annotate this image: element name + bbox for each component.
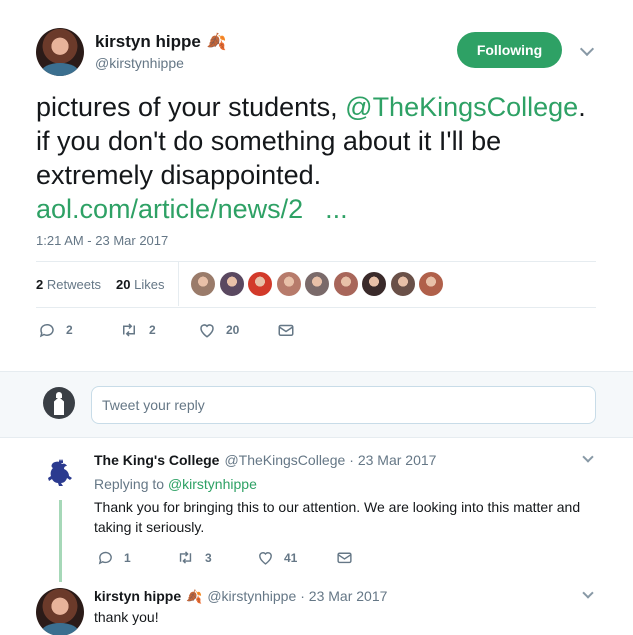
link-ellipsis[interactable]: ... [325,194,348,224]
message-action[interactable] [336,549,353,571]
retweet-icon [123,323,135,337]
liker-avatars [190,271,450,299]
reply-date[interactable]: · 23 Mar 2017 [300,588,387,604]
reply-count: 1 [124,550,131,565]
chevron-down-icon[interactable] [579,41,595,57]
like-action[interactable]: 20 [198,321,239,339]
retweet-action[interactable]: 2 [119,321,156,339]
tweet-text-part1: pictures of your students, [36,92,346,122]
reply-author-handle[interactable]: @TheKingsCollege [224,452,345,468]
likes-count: 20 [116,277,131,292]
reply-count: 2 [66,323,73,337]
liker-avatar[interactable] [275,271,302,297]
stats-divider [178,262,179,306]
tweet-text: pictures of your students, @TheKingsColl… [36,90,596,226]
retweet-count: 2 [149,323,156,337]
reply-author-name[interactable]: The King's College [94,452,219,468]
liker-avatar[interactable] [418,271,444,297]
likes-label: Likes [134,277,165,292]
chevron-down-icon[interactable] [582,451,594,463]
liker-avatar[interactable] [218,271,245,297]
reply-header: The King's College @TheKingsCollege · 23… [94,452,436,468]
liker-avatar[interactable] [190,271,216,297]
mention-link[interactable]: @TheKingsCollege [345,92,578,122]
reply-input[interactable]: Tweet your reply [91,386,596,424]
article-link[interactable]: aol.com/article/news/2 [36,194,303,224]
retweet-action[interactable]: 3 [176,549,212,566]
like-count: 20 [226,323,240,337]
reply-author-name[interactable]: kirstyn hippe [94,588,181,604]
envelope-icon [337,552,352,564]
retweet-icon [179,551,192,564]
reply-text: Thank you for bringing this to our atten… [94,499,581,535]
like-action[interactable]: 41 [257,549,297,566]
retweet-count: 3 [205,550,212,565]
chevron-down-icon[interactable] [582,587,594,599]
kings-college-logo[interactable] [45,457,77,489]
retweets-count: 2 [36,277,44,292]
leaf-emoji: 🍂 [186,589,203,604]
author-handle[interactable]: @kirstynhippe [95,55,184,71]
liker-avatar[interactable] [304,271,330,297]
own-avatar[interactable] [43,387,75,419]
reply-author-avatar[interactable] [36,588,84,635]
reply-text: thank you! [94,609,159,625]
like-count: 41 [284,550,298,565]
reply-author-handle[interactable]: @kirstynhippe [207,588,296,604]
thread-line [59,500,62,582]
reply-icon [39,323,54,338]
retweets-stat[interactable]: 2 Retweets [36,277,101,292]
reply-icon [98,551,112,565]
reply-header: kirstyn hippe 🍂 @kirstynhippe · 23 Mar 2… [94,588,387,605]
lion-crest-icon [48,459,72,486]
retweets-label: Retweets [46,277,102,292]
replying-to-prefix: Replying to [94,476,165,492]
reply-action[interactable]: 1 [97,549,131,566]
replying-to: Replying to @kirstynhippe [94,476,257,492]
liker-avatar[interactable] [389,271,416,297]
message-action[interactable] [277,321,295,344]
tweet-timestamp[interactable]: 1:21 AM - 23 Mar 2017 [36,233,168,248]
heart-icon [259,552,272,565]
likes-stat[interactable]: 20 Likes [116,277,164,292]
reply-date[interactable]: · 23 Mar 2017 [349,452,436,468]
liker-avatar[interactable] [332,271,359,297]
envelope-icon [278,324,294,336]
leaf-emoji: 🍂 [206,34,227,51]
replying-to-handle[interactable]: @kirstynhippe [168,476,257,492]
liker-avatar[interactable] [361,271,387,297]
following-button[interactable]: Following [457,32,562,68]
divider [36,307,596,308]
divider [36,261,596,262]
liker-avatar[interactable] [247,271,273,297]
author-name: kirstyn hippe [95,32,201,51]
author-avatar[interactable] [36,28,84,76]
reply-action[interactable]: 2 [38,321,73,339]
heart-icon [200,324,214,338]
author-name-row[interactable]: kirstyn hippe 🍂 [95,32,227,52]
